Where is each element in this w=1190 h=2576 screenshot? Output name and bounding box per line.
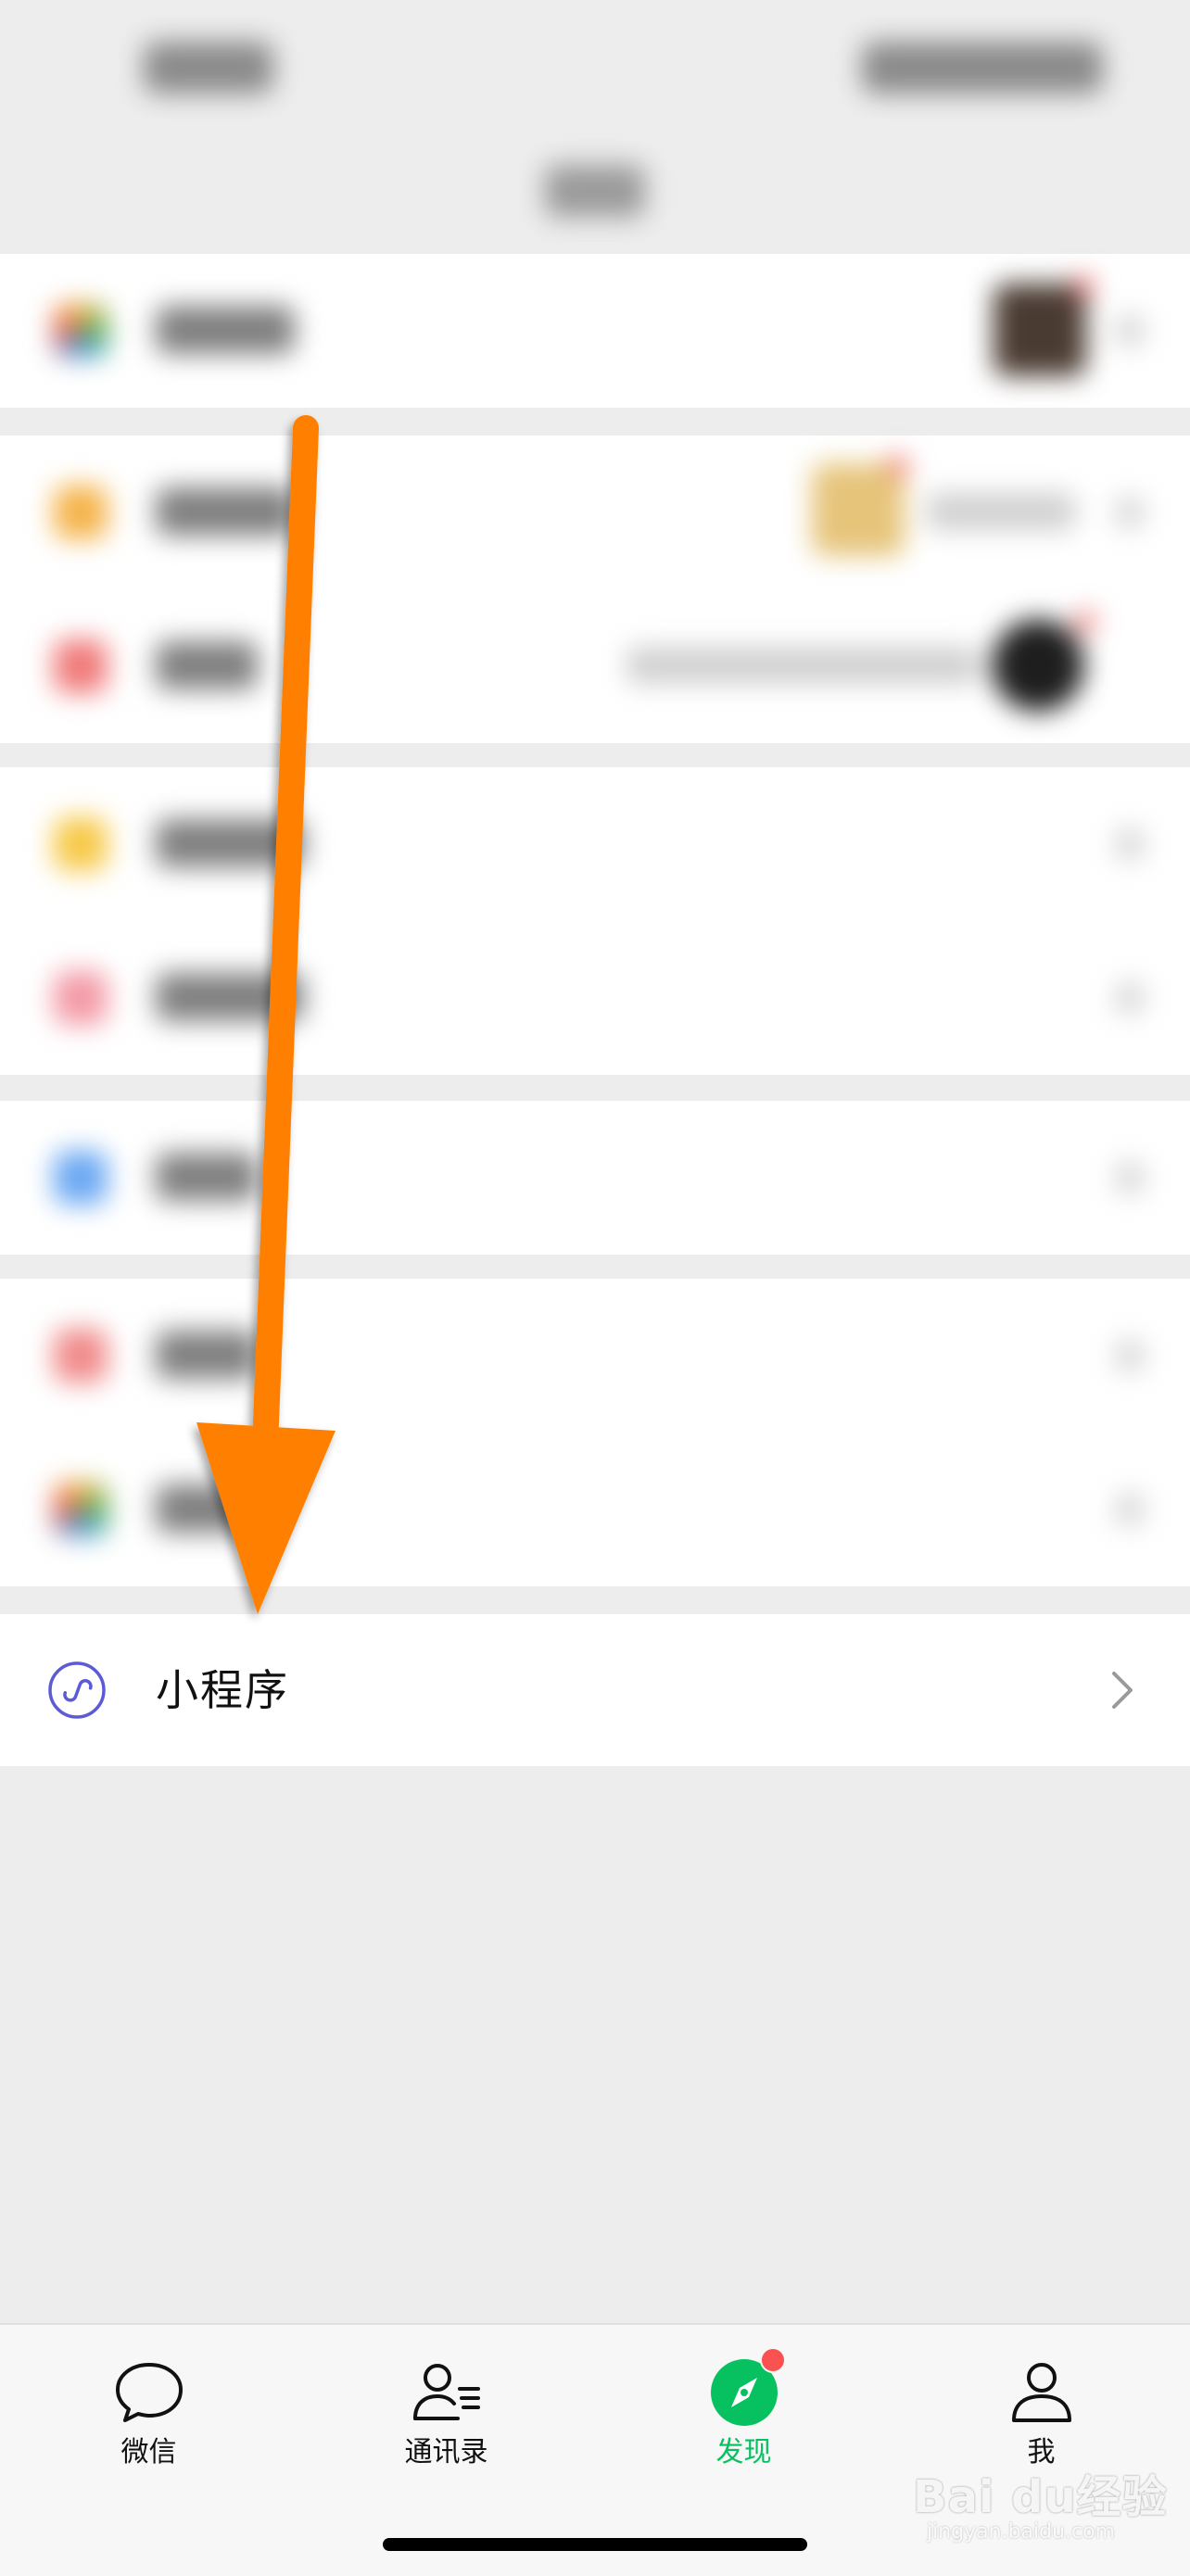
list-item[interactable] — [0, 1279, 1190, 1433]
tab-chats[interactable]: 微信 — [0, 2325, 298, 2492]
list-item[interactable] — [0, 254, 1190, 408]
list-item-thumbnail — [992, 619, 1084, 712]
chevron-right-icon — [1116, 1340, 1144, 1371]
list-item[interactable] — [0, 589, 1190, 743]
list-group-5 — [0, 1279, 1190, 1586]
list-item-label — [156, 641, 258, 689]
tab-label: 发现 — [715, 2436, 772, 2469]
tab-discover[interactable]: 发现 — [595, 2325, 892, 2492]
notification-dot — [1073, 276, 1094, 297]
list-item-icon — [54, 1483, 108, 1536]
tab-contacts[interactable]: 通讯录 — [298, 2325, 595, 2492]
list-item-icon — [54, 486, 108, 539]
chat-bubble-icon — [115, 2363, 183, 2422]
mini-program-row[interactable]: 小程序 — [0, 1614, 1190, 1766]
list-group-4 — [0, 1101, 1190, 1255]
list-item-label — [156, 1153, 258, 1201]
chevron-right-icon — [1116, 1162, 1144, 1193]
chevron-right-icon — [1116, 315, 1144, 347]
list-item-icon — [54, 971, 108, 1025]
tab-label: 微信 — [120, 2436, 177, 2469]
list-item-icon — [54, 639, 108, 693]
status-icons — [862, 42, 1103, 94]
list-item-thumbnail — [812, 463, 905, 556]
notification-badge — [760, 2347, 786, 2373]
list-item-icon — [54, 817, 108, 871]
list-group-3 — [0, 767, 1190, 1075]
list-item-label — [156, 1331, 258, 1379]
list-item[interactable] — [0, 1433, 1190, 1586]
list-item-icon — [54, 304, 108, 358]
chevron-right-icon — [1116, 497, 1144, 528]
list-item[interactable] — [0, 436, 1190, 589]
home-indicator[interactable] — [383, 2538, 807, 2551]
list-item-subtitle — [627, 647, 979, 684]
chevron-right-icon — [1116, 982, 1144, 1014]
list-item[interactable] — [0, 1101, 1190, 1255]
page-title — [545, 165, 645, 217]
contacts-icon — [412, 2364, 480, 2420]
list-item[interactable] — [0, 921, 1190, 1075]
list-group-1 — [0, 254, 1190, 408]
watermark-brand: Bai du经验 — [913, 2471, 1168, 2523]
list-item-icon — [54, 1151, 108, 1205]
notification-dot — [1075, 612, 1095, 632]
person-icon — [1011, 2363, 1071, 2422]
list-item-subtitle — [927, 493, 1075, 530]
list-item-label — [156, 1484, 258, 1533]
list-item[interactable] — [0, 767, 1190, 921]
mini-program-label: 小程序 — [156, 1665, 289, 1715]
list-item-label — [156, 973, 304, 1021]
list-item-label — [156, 819, 304, 867]
notification-dot — [888, 456, 908, 476]
chevron-right-icon — [1112, 1672, 1133, 1709]
status-time — [144, 42, 273, 94]
list-group-2 — [0, 436, 1190, 743]
list-item-icon — [54, 1329, 108, 1383]
status-bar — [0, 0, 1190, 217]
list-item-label — [156, 487, 295, 536]
chevron-right-icon — [1116, 828, 1144, 860]
list-item-thumbnail — [994, 284, 1086, 376]
mini-program-icon — [48, 1661, 106, 1719]
chevron-right-icon — [1116, 1494, 1144, 1525]
tab-label: 通讯录 — [404, 2436, 488, 2469]
watermark-url: jingyan.baidu.com — [927, 2520, 1116, 2544]
list-item-label — [156, 306, 295, 354]
